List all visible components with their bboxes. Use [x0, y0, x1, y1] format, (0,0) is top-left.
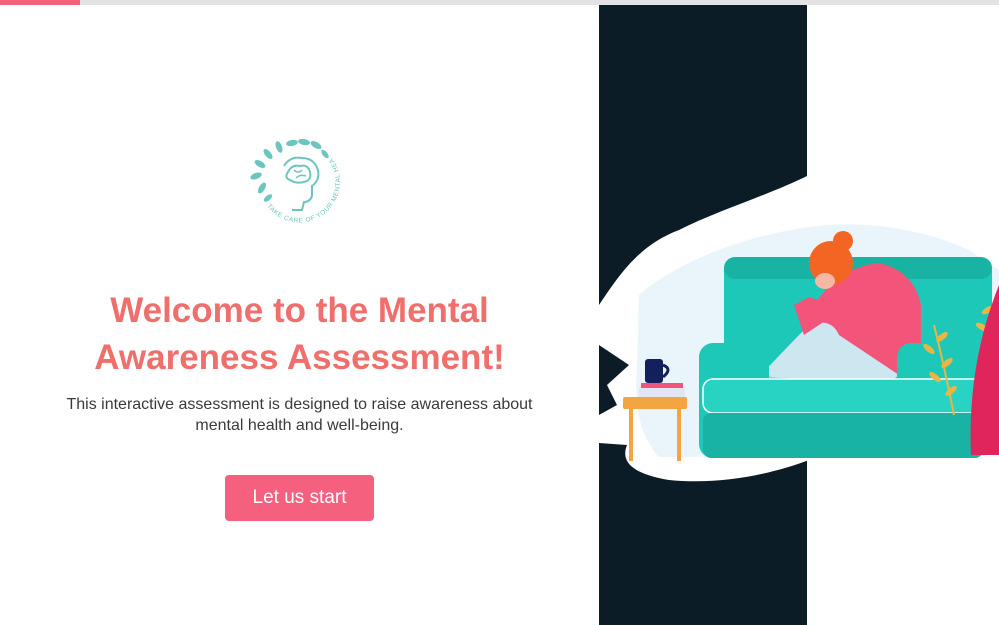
- mental-health-logo: TAKE CARE OF YOUR MENTAL HEALTH: [243, 131, 354, 232]
- intro-description: This interactive assessment is designed …: [66, 396, 533, 434]
- illustration-panel: [599, 5, 999, 625]
- page-title-line-2: Awareness Assessment!: [94, 338, 505, 377]
- welcome-panel: TAKE CARE OF YOUR MENTAL HEALTH Welcome …: [0, 5, 599, 625]
- start-button[interactable]: Let us start: [225, 475, 374, 521]
- person-on-sofa-illustration: [599, 5, 999, 625]
- svg-text:TAKE CARE OF YOUR MENTAL HEALT: TAKE CARE OF YOUR MENTAL HEALTH: [246, 136, 342, 224]
- page-title-line-1: Welcome to the Mental: [110, 291, 489, 330]
- brain-leaves-icon: TAKE CARE OF YOUR MENTAL HEALTH: [243, 131, 342, 224]
- page-title: Welcome to the Mental Awareness Assessme…: [0, 287, 599, 381]
